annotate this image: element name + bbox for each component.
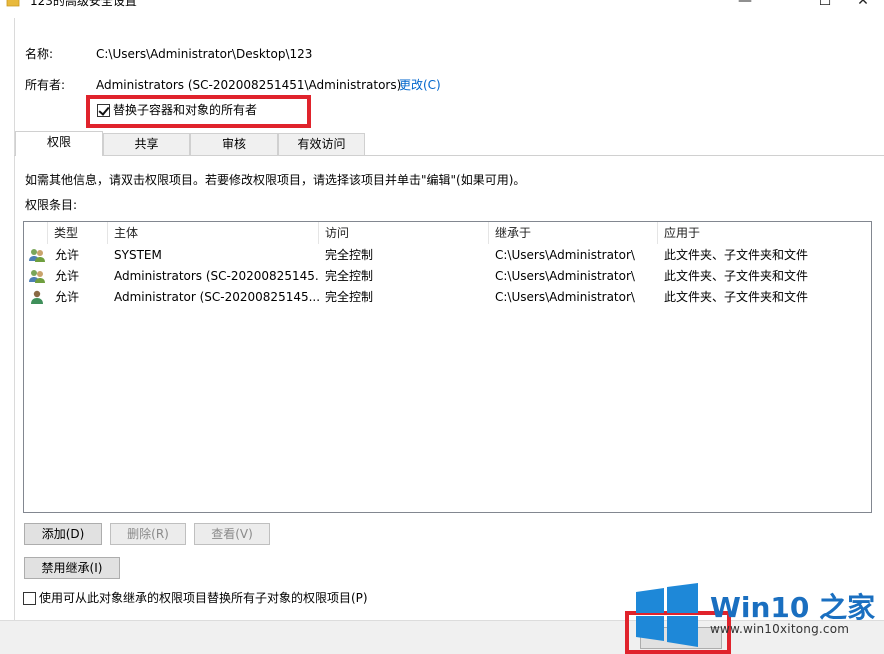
row-inherited: C:\Users\Administrator\ xyxy=(495,269,635,283)
column-header-access[interactable]: 访问 xyxy=(319,222,489,244)
view-button[interactable]: 查看(V) xyxy=(194,523,270,545)
column-header-type[interactable]: 类型 xyxy=(48,222,108,244)
replace-child-permissions-label: 使用可从此对象继承的权限项目替换所有子对象的权限项目(P) xyxy=(39,591,368,605)
tab-effective-access[interactable]: 有效访问 xyxy=(278,133,365,155)
row-applies: 此文件夹、子文件夹和文件 xyxy=(664,290,809,304)
name-value: C:\Users\Administrator\Desktop\123 xyxy=(96,47,313,61)
table-row[interactable]: 允许 Administrators (SC-20200825145... 完全控… xyxy=(24,266,871,287)
row-applies: 此文件夹、子文件夹和文件 xyxy=(664,248,809,262)
row-access: 完全控制 xyxy=(325,290,374,304)
row-access: 完全控制 xyxy=(325,248,374,262)
column-header-principal[interactable]: 主体 xyxy=(108,222,319,244)
title-bar: 123的高级安全设置 — ☐ ✕ xyxy=(0,0,884,12)
name-label: 名称: xyxy=(25,47,54,61)
user-icon xyxy=(29,289,45,305)
add-button[interactable]: 添加(D) xyxy=(24,523,102,545)
tab-panel-border xyxy=(14,155,884,156)
replace-owner-checkbox[interactable] xyxy=(97,104,110,117)
row-type: 允许 xyxy=(55,248,80,262)
column-header-icon xyxy=(24,222,48,244)
owner-label: 所有者: xyxy=(25,78,66,92)
row-inherited: C:\Users\Administrator\ xyxy=(495,248,635,262)
row-principal: Administrators (SC-20200825145... xyxy=(114,269,319,283)
owner-value: Administrators (SC-202008251451\Administ… xyxy=(96,78,402,92)
close-button[interactable]: ✕ xyxy=(840,0,884,12)
replace-owner-label: 替换子容器和对象的所有者 xyxy=(113,103,258,117)
minimize-button[interactable]: — xyxy=(722,0,768,12)
table-row[interactable]: 允许 Administrator (SC-20200825145... 完全控制… xyxy=(24,287,871,308)
tab-audit[interactable]: 审核 xyxy=(190,133,278,155)
row-applies: 此文件夹、子文件夹和文件 xyxy=(664,269,809,283)
permission-entries-label: 权限条目: xyxy=(25,198,78,212)
permission-entries-list[interactable]: 类型 主体 访问 继承于 应用于 允许 SYSTEM 完全控制 C:\Users… xyxy=(23,221,872,513)
permissions-hint: 如需其他信息，请双击权限项目。若要修改权限项目，请选择该项目并单击"编辑"(如果… xyxy=(25,173,526,187)
tab-share[interactable]: 共享 xyxy=(103,133,190,155)
row-type: 允许 xyxy=(55,290,80,304)
user-group-icon xyxy=(29,268,45,284)
row-principal: SYSTEM xyxy=(114,248,162,262)
column-header-inherited[interactable]: 继承于 xyxy=(489,222,658,244)
window-title: 123的高级安全设置 xyxy=(30,0,137,8)
windows-logo-icon xyxy=(634,582,700,648)
row-access: 完全控制 xyxy=(325,269,374,283)
column-header-applies[interactable]: 应用于 xyxy=(658,222,871,244)
change-owner-link[interactable]: 更改(C) xyxy=(399,77,441,93)
row-principal: Administrator (SC-20200825145... xyxy=(114,290,319,304)
user-group-icon xyxy=(29,247,45,263)
remove-button[interactable]: 删除(R) xyxy=(110,523,186,545)
row-inherited: C:\Users\Administrator\ xyxy=(495,290,635,304)
disable-inheritance-button[interactable]: 禁用继承(I) xyxy=(24,557,120,579)
watermark-brand: Win10 之家 xyxy=(710,591,876,624)
watermark: Win10 之家 www.win10xitong.com xyxy=(634,582,878,648)
folder-icon xyxy=(6,0,20,8)
tab-permissions[interactable]: 权限 xyxy=(15,131,103,156)
table-row[interactable]: 允许 SYSTEM 完全控制 C:\Users\Administrator\ 此… xyxy=(24,245,871,266)
row-type: 允许 xyxy=(55,269,80,283)
replace-child-permissions-checkbox[interactable] xyxy=(23,592,36,605)
watermark-url: www.win10xitong.com xyxy=(710,622,850,636)
